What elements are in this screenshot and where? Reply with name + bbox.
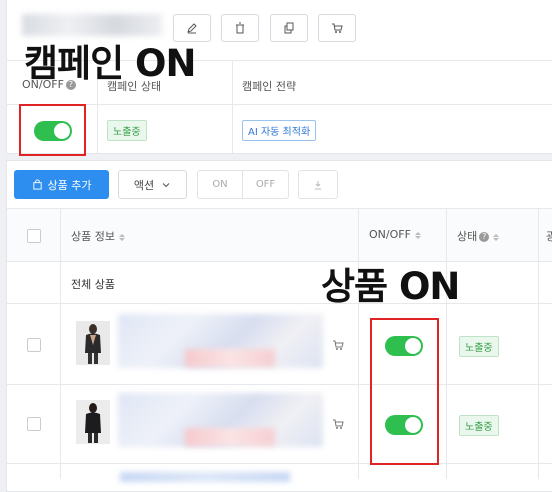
product-on-annotation: 상품 ON — [321, 265, 460, 308]
divider — [6, 104, 552, 105]
sort-icon — [493, 233, 500, 241]
sort-icon — [414, 231, 421, 239]
copy-icon — [284, 22, 294, 34]
all-products-label: 전체 상품 — [71, 278, 115, 291]
product-price-blurred — [185, 349, 275, 367]
cart-icon[interactable] — [332, 339, 344, 351]
product-status-badge: 노출중 — [459, 336, 499, 357]
download-icon — [315, 180, 321, 189]
product-info-header[interactable]: 상품 정보 — [71, 228, 125, 244]
help-icon: ? — [479, 232, 490, 242]
product-status-header[interactable]: 상태? — [457, 228, 500, 244]
row-checkbox[interactable] — [27, 338, 41, 352]
select-all-checkbox[interactable] — [27, 229, 41, 243]
download-button[interactable] — [298, 170, 338, 199]
bulk-off-button[interactable]: OFF — [242, 170, 289, 199]
divider — [232, 61, 233, 153]
divider — [7, 384, 552, 385]
campaign-strategy-header: 캠페인 전략 — [242, 80, 297, 93]
sort-icon — [118, 233, 125, 241]
divider — [60, 209, 61, 479]
product-price-blurred — [185, 428, 275, 446]
product-thumbnail — [76, 400, 110, 444]
product-toggle-highlight — [370, 318, 439, 465]
row-checkbox[interactable] — [27, 417, 41, 431]
cart-icon[interactable] — [332, 418, 344, 430]
product-status-badge: 노출중 — [459, 415, 499, 436]
product-thumbnail — [76, 321, 110, 365]
divider — [538, 209, 539, 479]
divider — [446, 209, 447, 479]
chevron-down-icon — [162, 182, 170, 187]
campaign-on-annotation: 캠페인 ON — [24, 42, 196, 85]
delete-button[interactable] — [221, 14, 259, 42]
campaign-toggle-highlight — [19, 104, 86, 156]
cart-button[interactable] — [318, 14, 356, 42]
product-onoff-header[interactable]: ON/OFF — [369, 228, 421, 241]
copy-button[interactable] — [270, 14, 308, 42]
divider — [358, 209, 359, 479]
bulk-on-button[interactable]: ON — [197, 170, 243, 199]
bag-icon — [32, 179, 42, 190]
campaign-status-badge: 노출중 — [107, 120, 147, 141]
campaign-strategy-badge: AI 자동 최적화 — [242, 120, 317, 141]
footer-link-blurred — [120, 472, 290, 482]
divider — [7, 303, 552, 304]
trash-icon — [236, 22, 244, 34]
cart-icon — [332, 23, 343, 33]
divider — [7, 463, 552, 464]
action-dropdown[interactable]: 액션 — [118, 170, 187, 199]
next-column-header: 광 — [546, 230, 552, 243]
add-product-button[interactable]: 상품 추가 — [14, 170, 109, 199]
